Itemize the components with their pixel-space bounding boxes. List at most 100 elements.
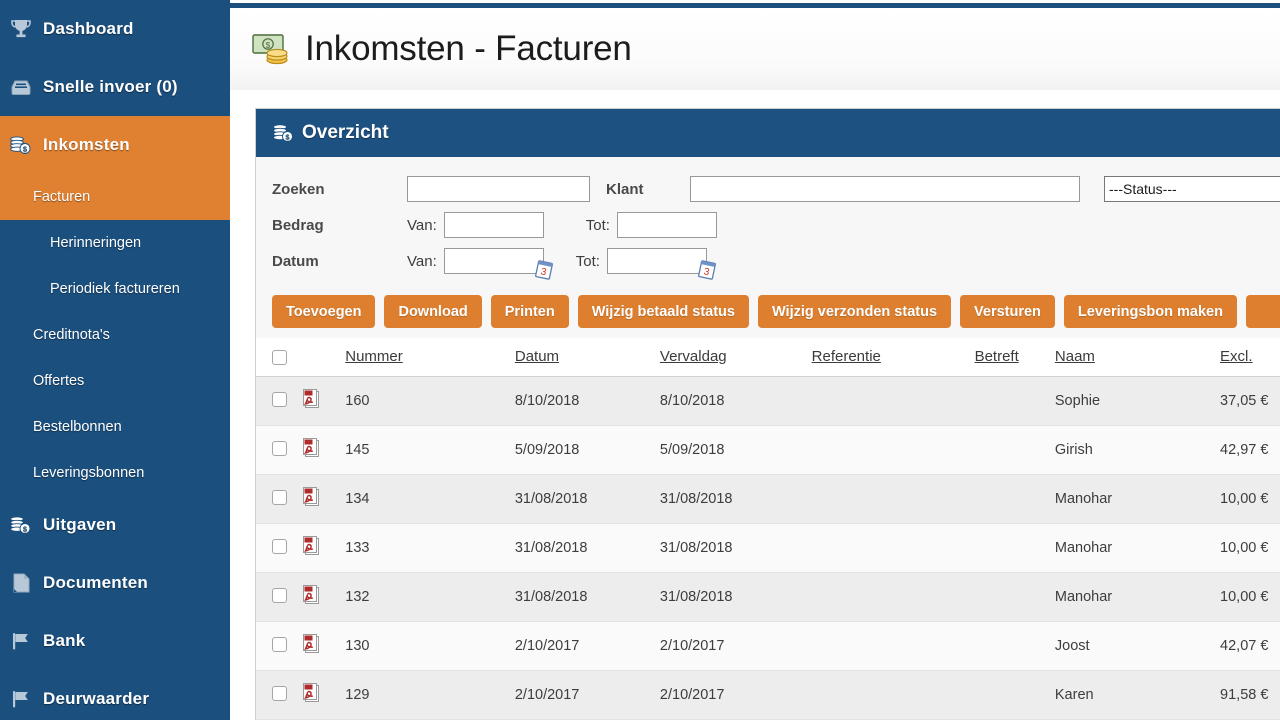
cell-nummer: 134 — [345, 474, 515, 524]
status-select[interactable]: ---Status--- — [1104, 176, 1280, 202]
pdf-icon[interactable] — [301, 535, 321, 557]
sort-link-datum[interactable]: Datum — [515, 348, 559, 365]
cell-ref — [811, 376, 975, 426]
row-checkbox[interactable] — [272, 685, 287, 701]
datum-van-label: Van: — [407, 252, 437, 270]
zoeken-label: Zoeken — [272, 180, 325, 198]
table-row[interactable]: 134 31/08/2018 31/08/2018 Manohar 10,00 € — [256, 474, 1280, 524]
cell-excl: 91,58 € — [1220, 670, 1280, 720]
row-checkbox[interactable] — [272, 538, 287, 554]
svg-text:$: $ — [266, 41, 271, 50]
row-checkbox[interactable] — [272, 440, 287, 456]
cell-ref — [811, 523, 975, 573]
pdf-icon[interactable] — [301, 633, 321, 655]
table-row[interactable]: 130 2/10/2017 2/10/2017 Joost 42,07 € — [256, 621, 1280, 671]
table-row[interactable]: 160 8/10/2018 8/10/2018 Sophie 37,05 € — [256, 376, 1280, 426]
coins-icon: $ — [8, 134, 34, 156]
sort-link-excl[interactable]: Excl. — [1220, 348, 1253, 365]
toolbar-button-wijzig-betaald-status[interactable]: Wijzig betaald status — [577, 295, 749, 328]
sidebar-item-documenten[interactable]: Documenten — [0, 554, 230, 612]
pdf-icon[interactable] — [301, 486, 321, 508]
sidebar-item-label: Bank — [43, 631, 86, 650]
table-row[interactable]: 145 5/09/2018 5/09/2018 Girish 42,97 € — [256, 425, 1280, 475]
column-header-verval: Vervaldag — [659, 338, 812, 377]
sidebar-item-facturen[interactable]: Facturen — [0, 174, 230, 220]
filter-row-bedrag: Bedrag Van: Tot: — [272, 207, 1280, 243]
datum-van-input[interactable] — [443, 248, 544, 274]
sidebar-item-deurwaarder[interactable]: Deurwaarder — [0, 670, 230, 720]
toolbar-button-leveringsbon-maken[interactable]: Leveringsbon maken — [1063, 295, 1237, 328]
row-select-cell — [256, 425, 301, 475]
table-body: 160 8/10/2018 8/10/2018 Sophie 37,05 €145 5/0… — [256, 376, 1280, 720]
sidebar-item-bank[interactable]: Bank — [0, 612, 230, 670]
pdf-icon[interactable] — [301, 682, 321, 704]
toolbar-button-wijzig-verzonden-status[interactable]: Wijzig verzonden status — [757, 295, 952, 328]
row-checkbox[interactable] — [272, 587, 287, 603]
sort-link-naam[interactable]: Naam — [1055, 348, 1095, 365]
filter-row-zoeken: Zoeken Klant ---Status--- — [272, 171, 1280, 207]
sidebar-item-label: Creditnota's — [33, 327, 110, 343]
search-input[interactable] — [407, 176, 590, 202]
sidebar-item-inkomsten[interactable]: $ Inkomsten — [0, 116, 230, 174]
cell-betr — [974, 523, 1055, 573]
row-checkbox[interactable] — [272, 489, 287, 505]
table-row[interactable]: 132 31/08/2018 31/08/2018 Manohar 10,00 € — [256, 572, 1280, 622]
sidebar-item-periodiek-factureren[interactable]: Periodiek factureren — [0, 266, 230, 312]
datum-label: Datum — [272, 252, 319, 270]
toolbar-button-more[interactable] — [1245, 295, 1280, 328]
cell-excl: 10,00 € — [1220, 474, 1280, 524]
sort-link-ref[interactable]: Referentie — [812, 348, 881, 365]
row-select-cell — [256, 572, 301, 622]
sidebar-item-creditnota-s[interactable]: Creditnota's — [0, 312, 230, 358]
sort-link-betr[interactable]: Betreft — [975, 348, 1019, 365]
row-checkbox[interactable] — [272, 636, 287, 652]
cell-datum: 31/08/2018 — [514, 523, 660, 573]
toolbar-button-toevoegen[interactable]: Toevoegen — [272, 295, 376, 328]
pdf-icon[interactable] — [301, 388, 321, 410]
sort-link-verval[interactable]: Vervaldag — [660, 348, 727, 365]
cell-verval: 2/10/2017 — [659, 621, 812, 671]
select-all-header — [256, 338, 301, 377]
table-row[interactable]: 133 31/08/2018 31/08/2018 Manohar 10,00 € — [256, 523, 1280, 573]
sidebar-item-dashboard[interactable]: Dashboard — [0, 0, 230, 58]
toolbar-button-printen[interactable]: Printen — [490, 295, 569, 328]
column-header-datum: Datum — [514, 338, 660, 377]
klant-label: Klant — [606, 180, 644, 198]
sort-link-nummer[interactable]: Nummer — [345, 348, 403, 365]
table-head: Nummer Datum Vervaldag Referentie Betreft Naa… — [256, 338, 1280, 377]
cell-betr — [974, 621, 1055, 671]
pdf-icon[interactable] — [301, 437, 321, 459]
select-all-checkbox[interactable] — [272, 349, 287, 365]
datum-tot-input[interactable] — [606, 248, 707, 274]
row-pdf-cell — [300, 572, 346, 622]
bedrag-van-input[interactable] — [443, 212, 544, 238]
cell-excl: 10,00 € — [1220, 572, 1280, 622]
bedrag-tot-input[interactable] — [616, 212, 717, 238]
sidebar-item-label: Facturen — [33, 189, 91, 205]
sidebar-item-bestelbonnen[interactable]: Bestelbonnen — [0, 404, 230, 450]
sidebar-item-uitgaven[interactable]: $ Uitgaven — [0, 496, 230, 554]
panel-header: $ Overzicht — [256, 109, 1280, 157]
cell-naam: Manohar — [1054, 523, 1221, 573]
pdf-icon[interactable] — [301, 584, 321, 606]
panel-title: Overzicht — [302, 122, 389, 143]
toolbar-button-download[interactable]: Download — [384, 295, 482, 328]
calendar-icon[interactable]: 3 — [532, 260, 556, 286]
app-root: Dashboard Snelle invoer (0) $ Inkomsten Fact… — [0, 0, 1280, 720]
sidebar-item-snelle-invoer-0[interactable]: Snelle invoer (0) — [0, 58, 230, 116]
cell-datum: 8/10/2018 — [514, 376, 660, 426]
sidebar-item-herinneringen[interactable]: Herinneringen — [0, 220, 230, 266]
sidebar-item-leveringsbonnen[interactable]: Leveringsbonnen — [0, 450, 230, 496]
toolbar-button-versturen[interactable]: Versturen — [960, 295, 1055, 328]
coins-icon: $ — [8, 514, 34, 536]
table-row[interactable]: 129 2/10/2017 2/10/2017 Karen 91,58 € — [256, 670, 1280, 720]
row-checkbox[interactable] — [272, 391, 287, 407]
calendar-icon[interactable]: 3 — [695, 260, 719, 286]
trophy-icon — [8, 18, 34, 40]
klant-input[interactable] — [690, 176, 1080, 202]
sidebar-item-offertes[interactable]: Offertes — [0, 358, 230, 404]
main-content: $ Inkomsten - Facturen $ Overzicht Zoeke… — [230, 0, 1280, 720]
row-pdf-cell — [300, 474, 346, 524]
cell-ref — [811, 474, 975, 524]
row-pdf-cell — [300, 425, 346, 475]
